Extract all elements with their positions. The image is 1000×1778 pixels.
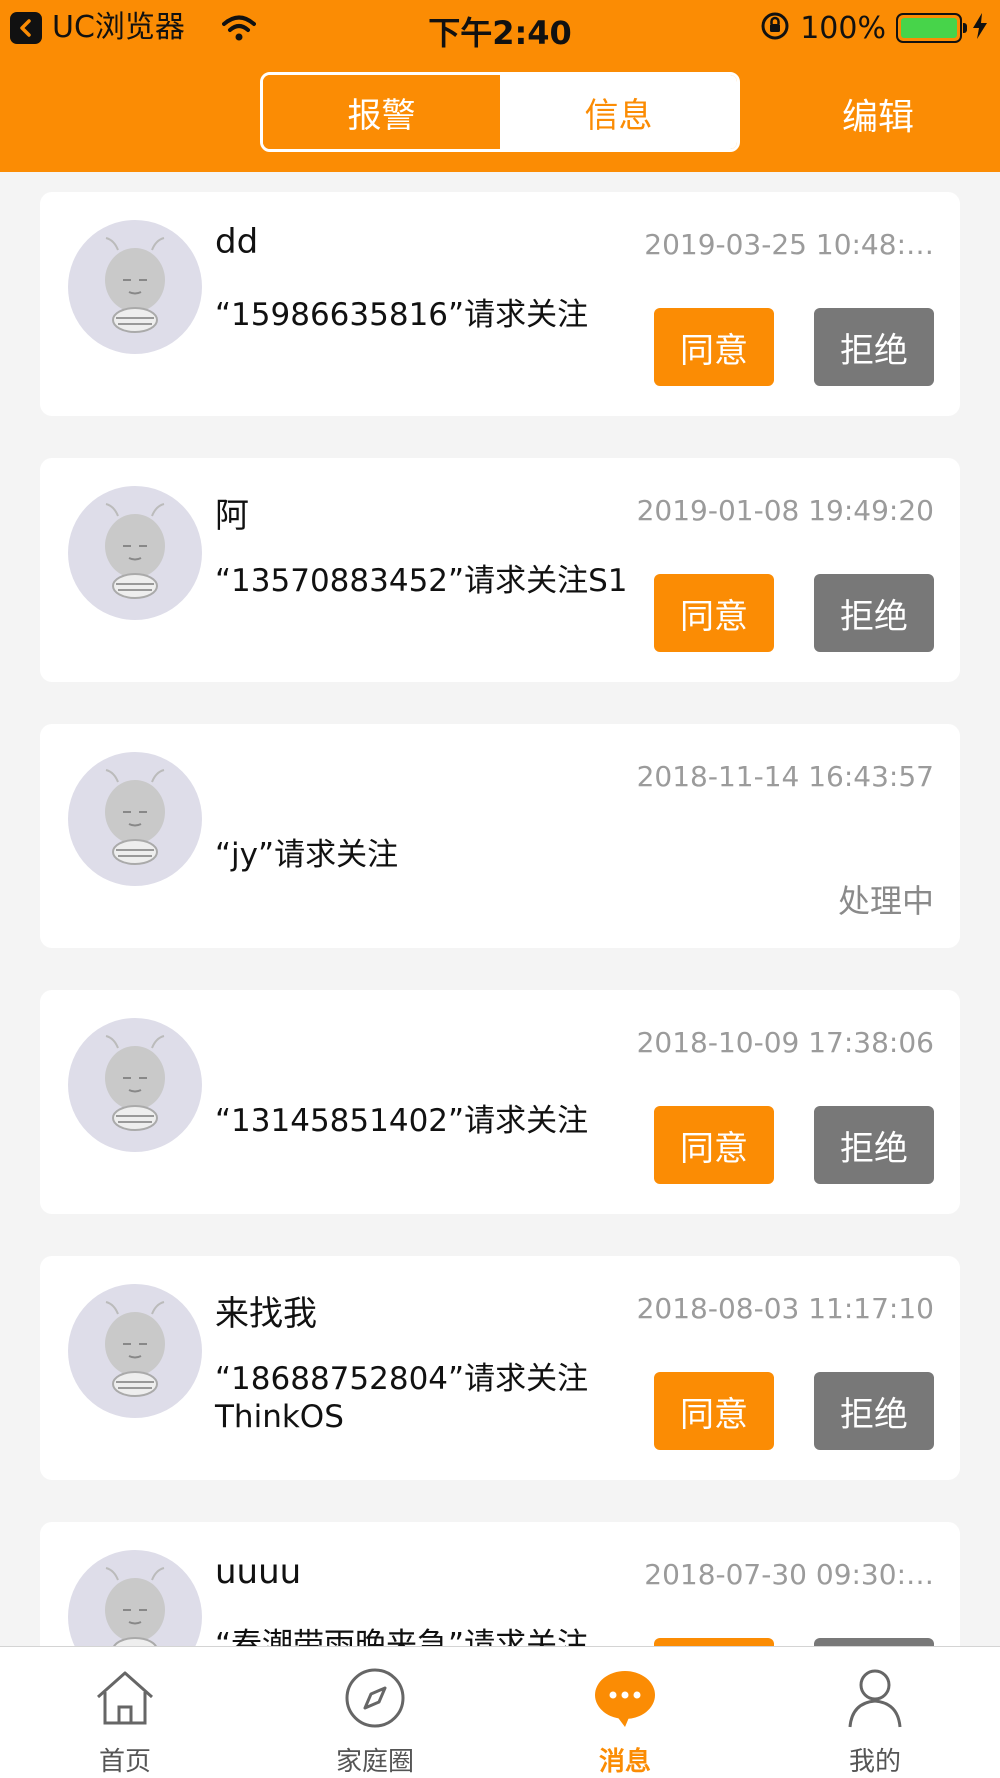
request-message: “13145851402”请求关注 xyxy=(215,1103,589,1139)
screen: UC浏览器 下午2:40 100% 报警 信息 编辑 dd 2019-03-25… xyxy=(0,0,1000,1778)
request-card: 阿 2019-01-08 19:49:20 “13570883452”请求关注S… xyxy=(40,458,960,682)
request-card: 来找我 2018-08-03 11:17:10 “18688752804”请求关… xyxy=(40,1256,960,1480)
request-time: 2018-07-30 09:30:… xyxy=(644,1558,934,1591)
reject-button[interactable]: 拒绝 xyxy=(814,308,934,386)
tab-alarm[interactable]: 报警 xyxy=(263,75,500,149)
profile-icon xyxy=(842,1665,908,1731)
charging-icon xyxy=(972,13,988,43)
agree-button[interactable]: 同意 xyxy=(654,1106,774,1184)
request-message: “jy”请求关注 xyxy=(215,837,399,873)
avatar xyxy=(68,486,202,620)
tab-family-circle[interactable]: 家庭圈 xyxy=(250,1647,500,1778)
avatar xyxy=(68,1550,202,1646)
avatar xyxy=(68,752,202,886)
requester-name: dd xyxy=(215,222,259,262)
compass-icon xyxy=(342,1665,408,1731)
request-message: “15986635816”请求关注 xyxy=(215,297,589,333)
tab-mine[interactable]: 我的 xyxy=(750,1647,1000,1778)
requester-name: 阿 xyxy=(215,496,249,536)
header: UC浏览器 下午2:40 100% 报警 信息 编辑 xyxy=(0,0,1000,172)
requester-name: uuuu xyxy=(215,1552,302,1592)
status-right: 100% xyxy=(760,10,988,46)
request-message: “18688752804”请求关注ThinkOS xyxy=(215,1361,589,1435)
status-bar: UC浏览器 下午2:40 100% xyxy=(0,0,1000,58)
reject-button[interactable]: 拒绝 xyxy=(814,574,934,652)
request-card: 2018-10-09 17:38:06 “13145851402”请求关注 同意… xyxy=(40,990,960,1214)
requester-name: 来找我 xyxy=(215,1294,317,1334)
tab-home[interactable]: 首页 xyxy=(0,1647,250,1778)
request-time: 2019-01-08 19:49:20 xyxy=(636,494,934,527)
tab-messages[interactable]: 消息 xyxy=(500,1647,750,1778)
request-time: 2018-11-14 16:43:57 xyxy=(636,760,934,793)
tab-info[interactable]: 信息 xyxy=(500,75,737,149)
orientation-lock-icon xyxy=(760,11,790,45)
request-card: dd 2019-03-25 10:48:… “15986635816”请求关注 … xyxy=(40,192,960,416)
status-processing: 处理中 xyxy=(837,882,934,920)
request-time: 2018-08-03 11:17:10 xyxy=(636,1292,934,1325)
request-list[interactable]: dd 2019-03-25 10:48:… “15986635816”请求关注 … xyxy=(0,172,1000,1646)
agree-button[interactable]: 同意 xyxy=(654,1638,774,1646)
battery-percent: 100% xyxy=(800,10,886,46)
segmented-control: 报警 信息 xyxy=(260,72,740,152)
tab-label: 我的 xyxy=(848,1747,901,1777)
tab-label: 消息 xyxy=(598,1747,651,1777)
request-message: “13570883452”请求关注S1 xyxy=(215,563,628,599)
avatar xyxy=(68,220,202,354)
agree-button[interactable]: 同意 xyxy=(654,574,774,652)
reject-button[interactable]: 拒绝 xyxy=(814,1638,934,1646)
tab-bar: 首页 家庭圈 消息 我的 xyxy=(0,1646,1000,1778)
avatar xyxy=(68,1018,202,1152)
tab-label: 家庭圈 xyxy=(335,1747,414,1777)
request-card: 2018-11-14 16:43:57 “jy”请求关注 处理中 xyxy=(40,724,960,948)
message-icon xyxy=(592,1665,658,1731)
reject-button[interactable]: 拒绝 xyxy=(814,1372,934,1450)
agree-button[interactable]: 同意 xyxy=(654,308,774,386)
request-message: “春潮带雨晚来急”请求关注 xyxy=(215,1627,589,1646)
request-time: 2019-03-25 10:48:… xyxy=(644,228,934,261)
agree-button[interactable]: 同意 xyxy=(654,1372,774,1450)
request-time: 2018-10-09 17:38:06 xyxy=(636,1026,934,1059)
home-icon xyxy=(92,1665,158,1731)
edit-button[interactable]: 编辑 xyxy=(842,88,914,140)
avatar xyxy=(68,1284,202,1418)
battery-icon xyxy=(896,13,967,43)
request-card: uuuu 2018-07-30 09:30:… “春潮带雨晚来急”请求关注 同意… xyxy=(40,1522,960,1646)
tab-label: 首页 xyxy=(98,1747,151,1777)
reject-button[interactable]: 拒绝 xyxy=(814,1106,934,1184)
